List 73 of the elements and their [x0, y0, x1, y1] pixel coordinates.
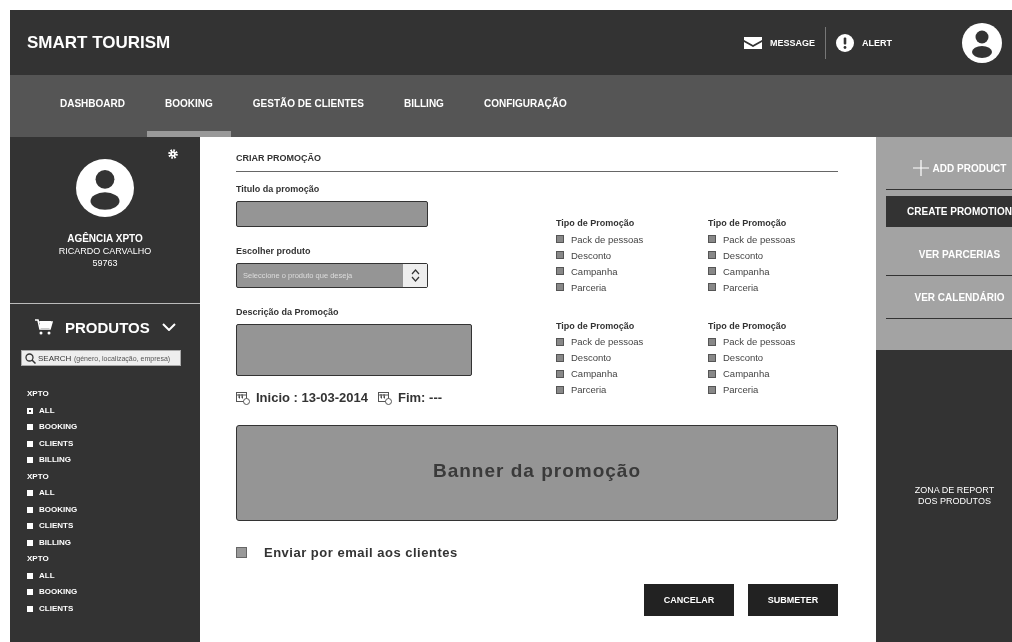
start-date: Inicio : 13-03-2014 — [256, 390, 368, 405]
type-checkbox[interactable]: Campanha — [556, 365, 708, 382]
type-checkbox[interactable]: Campanha — [708, 365, 838, 382]
banner-label: Banner da promoção — [432, 460, 641, 482]
search-icon — [25, 352, 36, 364]
nav-tab[interactable]: CONFIGURAÇÃO — [465, 75, 585, 137]
promotion-type-title: Tipo de Promoção — [708, 218, 788, 228]
filter-checkbox[interactable]: BILLING — [27, 452, 183, 469]
filter-group-title: XPTO — [27, 470, 50, 483]
user-name: RICARDO CARVALHO — [58, 246, 152, 256]
up-down-icon — [410, 269, 420, 282]
header-action[interactable]: ALERT — [836, 33, 892, 52]
calendar-icon[interactable] — [236, 390, 250, 405]
profile-avatar-icon — [76, 159, 134, 217]
filter-checkbox[interactable]: BOOKING — [27, 419, 183, 436]
type-checkbox[interactable]: Parceria — [556, 279, 708, 295]
type-checkbox[interactable]: Parceria — [708, 381, 838, 398]
settings-icon[interactable] — [168, 149, 178, 159]
type-checkbox[interactable]: Desconto — [556, 349, 708, 366]
filter-checkbox[interactable]: BOOKING — [27, 584, 183, 601]
type-checkbox[interactable]: Pack de pessoas — [708, 333, 838, 350]
type-checkbox[interactable]: Pack de pessoas — [556, 333, 708, 350]
type-checkbox[interactable]: Desconto — [708, 247, 838, 263]
promotion-type-title: Tipo de Promoção — [556, 320, 636, 331]
title-input-field[interactable] — [236, 201, 428, 227]
end-date: Fim: --- — [398, 390, 443, 405]
filter-group-title: XPTO — [27, 553, 50, 565]
type-checkbox[interactable]: Parceria — [708, 279, 838, 295]
avatar-icon[interactable] — [962, 22, 1002, 63]
app-title: SMART TOURISM — [27, 32, 172, 53]
promotion-type-title: Tipo de Promoção — [708, 320, 788, 331]
form-title: CRIAR PROMOÇÃO — [236, 153, 322, 163]
field-label: Escolher produto — [236, 246, 312, 256]
search-field[interactable]: SEARCH — [38, 353, 72, 363]
nav-tab[interactable]: GESTÃO DE CLIENTES — [234, 75, 382, 137]
filter-group-title: XPTO — [27, 388, 50, 400]
filter-checkbox[interactable]: CLIENTS — [27, 518, 183, 535]
description-input-field[interactable] — [236, 324, 472, 376]
plus-icon — [912, 160, 929, 176]
header-action[interactable]: MESSAGE — [744, 36, 815, 49]
type-checkbox[interactable]: Parceria — [556, 381, 708, 398]
filter-checkbox[interactable]: BOOKING — [27, 501, 183, 518]
form-button[interactable]: CANCELAR — [644, 584, 734, 616]
calendar-icon[interactable] — [378, 390, 392, 405]
filter-checkbox[interactable]: CLIENTS — [27, 600, 183, 617]
nav-tab[interactable]: DASHBOARD — [42, 75, 143, 137]
nav-tab[interactable]: BILLING — [385, 75, 462, 137]
type-checkbox[interactable]: Desconto — [556, 247, 708, 263]
field-label: Titulo da promoção — [236, 184, 321, 194]
user-number: 59763 — [92, 258, 118, 268]
filter-checkbox[interactable]: CLIENTS — [27, 435, 183, 452]
banner-upload-area[interactable]: Banner da promoção — [236, 425, 838, 521]
type-checkbox[interactable]: Pack de pessoas — [556, 231, 708, 247]
type-checkbox[interactable]: Pack de pessoas — [708, 231, 838, 247]
filter-checkbox[interactable]: ALL — [27, 402, 183, 419]
filter-checkbox[interactable]: ALL — [27, 567, 183, 584]
form-button[interactable]: SUBMETER — [748, 584, 838, 616]
promotion-type-title: Tipo de Promoção — [556, 218, 636, 228]
type-checkbox[interactable]: Campanha — [708, 263, 838, 279]
chevron-down-icon — [161, 323, 176, 331]
action-item[interactable]: CREATE PROMOTION — [886, 196, 1012, 227]
field-label: Descrição da Promoção — [236, 307, 340, 317]
report-label: ZONA DE REPORT DOS PRODUTOS — [913, 485, 996, 507]
type-checkbox[interactable]: Desconto — [708, 349, 838, 366]
type-checkbox[interactable]: Campanha — [556, 263, 708, 279]
filter-checkbox[interactable]: ALL — [27, 485, 183, 502]
cart-icon — [35, 318, 53, 336]
filter-checkbox[interactable]: BILLING — [27, 534, 183, 551]
products-dropdown[interactable]: PRODUTOS — [27, 318, 176, 336]
email-checkbox[interactable]: Enviar por email aos clientes — [236, 545, 838, 560]
alert-icon — [836, 33, 854, 52]
mail-icon — [744, 36, 762, 49]
agency-name: AGÊNCIA XPTO — [67, 233, 143, 244]
